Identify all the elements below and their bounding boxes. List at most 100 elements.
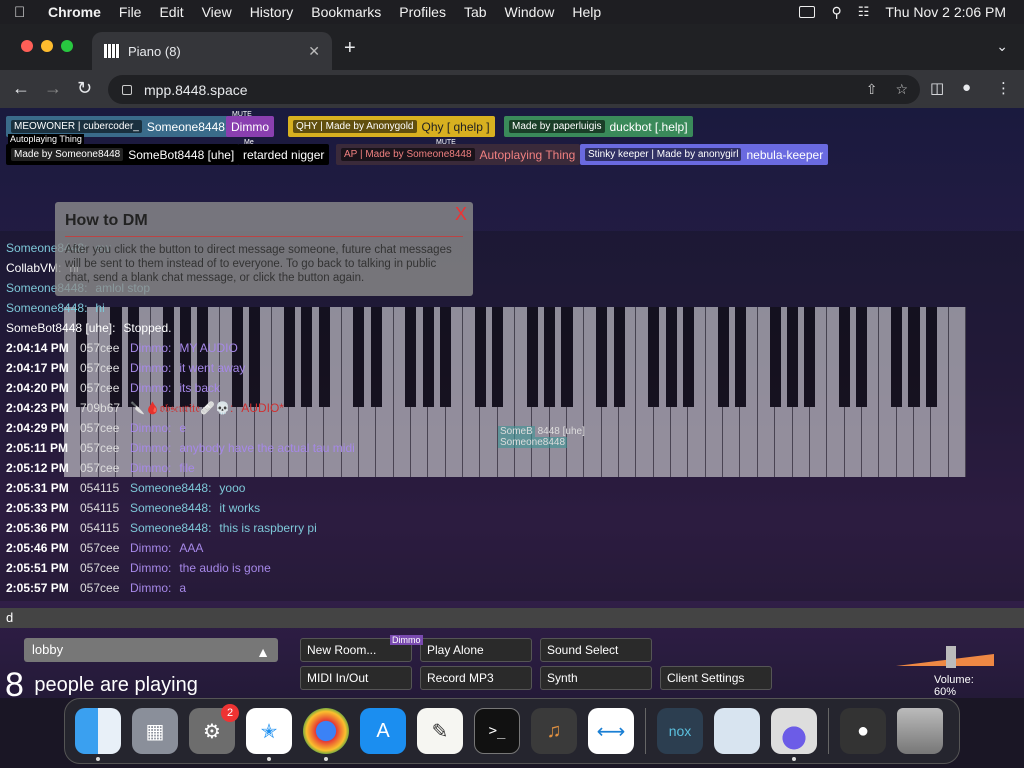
browser-tab-strip: Piano (8) ✕ + ⌄ (0, 24, 1024, 70)
user-name: Autoplaying Thing (479, 147, 576, 162)
app-store-icon[interactable]: A (360, 708, 406, 754)
sound-select-button[interactable]: Sound Select (540, 638, 652, 662)
chat-user-name[interactable]: SomeBot8448 [uhe]: (6, 318, 115, 338)
control-center-icon[interactable]: ☷ (858, 4, 870, 20)
chat-message-text: the audio is gone (179, 561, 271, 575)
chat-user-name[interactable]: CollabVM: (6, 258, 61, 278)
chat-user-name[interactable]: Dimmo: (130, 458, 171, 478)
side-panel-icon[interactable]: ◫ (930, 79, 944, 97)
close-tab-icon[interactable]: ✕ (308, 43, 320, 60)
volume-slider[interactable]: Volume: 60% (896, 646, 994, 698)
garageband-icon[interactable]: ♫ (531, 708, 577, 754)
piano-white-key[interactable] (949, 307, 966, 477)
menu-view[interactable]: View (202, 4, 232, 20)
minimize-window-button[interactable] (41, 40, 53, 52)
reload-button[interactable]: ↻ (77, 78, 92, 99)
system-settings-icon[interactable]: ⚙ 2 (189, 704, 239, 754)
close-window-button[interactable] (21, 40, 33, 52)
chat-user-name[interactable]: Someone8448: (6, 298, 87, 318)
chat-user-name[interactable]: Dimmo: (130, 578, 171, 598)
user-nametag[interactable]: Me retarded nigger (238, 139, 330, 165)
chat-message-text: file (179, 461, 195, 475)
chat-time: 2:05:57 PM (6, 581, 69, 595)
new-tab-button[interactable]: + (344, 37, 356, 60)
user-nametag[interactable]: MUTE Dimmo (226, 111, 274, 137)
chat-user-name[interactable]: Someone8448: (130, 518, 211, 538)
forward-button[interactable]: → (44, 78, 62, 99)
chat-user-id: 057cee (80, 461, 120, 475)
chat-user-name[interactable]: Someone8448: (130, 498, 211, 518)
synth-button[interactable]: Synth (540, 666, 652, 690)
piano-black-key[interactable] (925, 307, 937, 407)
spotlight-search-icon[interactable]: ⚲ (831, 4, 841, 21)
tab-search-chevron-icon[interactable]: ⌄ (996, 38, 1008, 55)
play-alone-button[interactable]: Play Alone (420, 638, 532, 662)
client-settings-button[interactable]: Client Settings (660, 666, 772, 690)
safari-icon[interactable]: ✭ (246, 708, 292, 761)
triangle-up-icon[interactable]: ▲ (252, 640, 274, 660)
chat-user-name[interactable]: Dimmo: (130, 338, 171, 358)
user-nametag[interactable]: Stinky keeper | Made by anonygirl nebula… (580, 144, 829, 165)
user-nametag[interactable]: Made by paperluigis duckbot [.help] (504, 116, 693, 137)
share-icon[interactable]: ⇧ (866, 81, 878, 98)
textedit-icon[interactable]: ✎ (417, 708, 463, 754)
launchpad-icon[interactable]: ▦ (132, 708, 178, 754)
chat-input[interactable]: d (0, 608, 1024, 628)
user-nametag[interactable]: QHY | Made by Anonygold Qhy [ qhelp ] (288, 116, 495, 137)
chat-user-name[interactable]: Dimmo: (130, 418, 171, 438)
chrome-icon[interactable] (303, 708, 349, 761)
close-popup-button[interactable]: X (455, 204, 467, 225)
menu-tab[interactable]: Tab (464, 4, 487, 20)
lock-icon[interactable] (122, 84, 132, 95)
chat-user-name[interactable]: Dimmo: (130, 538, 171, 558)
user-tag: Stinky keeper | Made by anonygirl (585, 148, 742, 161)
chrome-menu-icon[interactable]: ⋮ (996, 79, 1011, 97)
chat-user-name[interactable]: 🔪🩸𝔬𝔟𝔰𝔠𝔲𝔯𝔦𝔱𝔢🩹💀: (130, 398, 233, 418)
record-mp3-button[interactable]: Record MP3 (420, 666, 532, 690)
menu-help[interactable]: Help (572, 4, 601, 20)
menu-history[interactable]: History (250, 4, 294, 20)
user-nametag[interactable]: MEOWONER | cubercoder_ Someone8448 Autop… (6, 116, 230, 144)
chat-time: 2:04:20 PM (6, 381, 69, 395)
zoom-window-button[interactable] (61, 40, 73, 52)
back-button[interactable]: ← (12, 78, 30, 99)
menu-bookmarks[interactable]: Bookmarks (311, 4, 381, 20)
menu-file[interactable]: File (119, 4, 142, 20)
terminal-icon[interactable]: >_ (474, 708, 520, 754)
chat-user-name[interactable]: Dimmo: (130, 358, 171, 378)
menubar-clock[interactable]: Thu Nov 2 2:06 PM (885, 4, 1006, 20)
menu-profiles[interactable]: Profiles (399, 4, 446, 20)
apple-menu-icon[interactable]:  (14, 4, 32, 21)
piano-black-key[interactable] (908, 307, 920, 407)
url-text[interactable]: mpp.8448.space (144, 82, 248, 98)
chat-message-text: it works (219, 501, 261, 515)
midi-in-out-button[interactable]: MIDI In/Out (300, 666, 412, 690)
trash-icon[interactable] (897, 708, 943, 754)
menu-app-name[interactable]: Chrome (48, 4, 101, 20)
downloads-icon[interactable]: ● (840, 708, 886, 754)
chat-user-name[interactable]: Dimmo: (130, 378, 171, 398)
profile-avatar-icon[interactable]: ● (962, 79, 971, 96)
user-nametag[interactable]: Made by Someone8448 SomeBot8448 [uhe] (6, 144, 240, 165)
nox-icon[interactable]: nox (657, 708, 703, 754)
bookmark-star-icon[interactable]: ☆ (895, 81, 908, 98)
menu-window[interactable]: Window (505, 4, 555, 20)
room-selector[interactable]: lobby ▲ (24, 638, 278, 662)
vscode-icon[interactable]: ⟷ (588, 708, 634, 754)
screen-mirroring-icon[interactable] (799, 6, 816, 18)
user-nametag[interactable]: MUTE AP | Made by Someone8448 Autoplayin… (336, 139, 581, 165)
preview-icon[interactable] (714, 708, 760, 754)
chat-message-text: it went away (179, 361, 246, 375)
chat-time: 2:04:14 PM (6, 341, 69, 355)
chat-time: 2:05:36 PM (6, 521, 69, 535)
chat-user-id: 057cee (80, 421, 120, 435)
address-bar[interactable]: mpp.8448.space ⇧ ☆ (108, 75, 920, 104)
finder-icon[interactable] (75, 708, 121, 761)
menu-edit[interactable]: Edit (159, 4, 183, 20)
chat-user-name[interactable]: Dimmo: (130, 438, 171, 458)
chat-user-name[interactable]: Dimmo: (130, 558, 171, 578)
browser-tab[interactable]: Piano (8) ✕ (92, 32, 332, 70)
chat-user-name[interactable]: Someone8448: (130, 478, 211, 498)
utm-icon[interactable] (771, 708, 817, 761)
volume-knob[interactable] (946, 646, 956, 668)
